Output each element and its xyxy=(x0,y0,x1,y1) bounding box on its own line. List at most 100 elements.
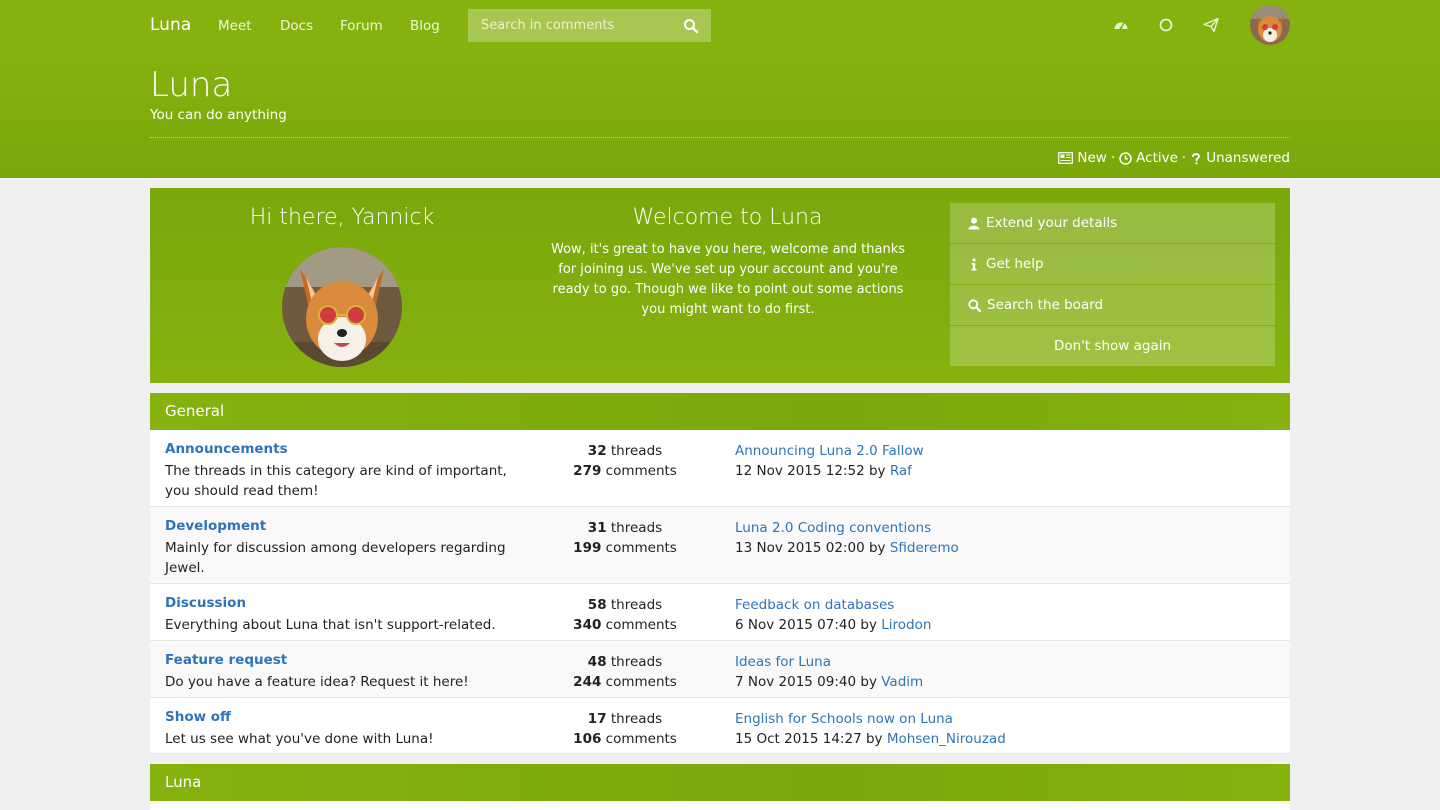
last-post-date: 15 Oct 2015 14:27 xyxy=(735,731,862,747)
dashboard-icon[interactable] xyxy=(1113,17,1129,33)
last-thread-link[interactable]: Luna 2.0 Coding conventions xyxy=(735,518,959,538)
last-post-user-link[interactable]: Vadim xyxy=(881,674,923,690)
profile-avatar[interactable] xyxy=(282,247,402,367)
forum-description: Mainly for discussion among developers r… xyxy=(165,540,506,576)
comments-label: comments xyxy=(605,463,677,479)
forum-title-link[interactable]: Feature request xyxy=(165,652,287,668)
forum-row: Development Mainly for discussion among … xyxy=(150,507,1290,584)
nav-link-blog[interactable]: Blog xyxy=(410,18,440,34)
comments-label: comments xyxy=(605,617,677,633)
nav-link-forum[interactable]: Forum xyxy=(340,18,383,34)
comment-count: 279 xyxy=(573,463,602,479)
user-avatar[interactable] xyxy=(1250,5,1290,45)
forum-title-link[interactable]: Discussion xyxy=(165,595,246,611)
category-header-general[interactable]: General xyxy=(150,393,1290,430)
welcome-actions: Extend your details Get help Search the … xyxy=(950,203,1275,367)
info-icon xyxy=(971,257,977,270)
category-header-luna[interactable]: Luna xyxy=(150,764,1290,801)
forum-title-link[interactable]: Show off xyxy=(165,709,231,725)
search-board-button[interactable]: Search the board xyxy=(950,285,1275,325)
comment-count: 340 xyxy=(573,617,602,633)
threads-label: threads xyxy=(610,654,663,670)
user-icon xyxy=(968,217,980,229)
welcome-text: Wow, it's great to have you here, welcom… xyxy=(551,242,905,317)
forum-description: Everything about Luna that isn't support… xyxy=(165,617,496,633)
threads-label: threads xyxy=(610,443,663,459)
board-header: Luna You can do anything New · Active · … xyxy=(0,51,1440,178)
last-post: English for Schools now on Luna 15 Oct 2… xyxy=(735,709,1006,749)
last-post-date: 6 Nov 2015 07:40 xyxy=(735,617,857,633)
forum-stats: 32 threads 279 comments xyxy=(555,441,695,481)
send-icon[interactable] xyxy=(1203,17,1219,33)
welcome-panel: Hi there, Yannick Welcome to Luna Wow, i… xyxy=(150,188,1290,383)
board-title: Luna xyxy=(150,65,233,105)
comment-count: 244 xyxy=(573,674,602,690)
forum-row: Show off Let us see what you've done wit… xyxy=(150,698,1290,754)
search-icon[interactable] xyxy=(683,18,699,34)
dont-show-again-button[interactable]: Don't show again xyxy=(950,326,1275,366)
thread-count: 17 xyxy=(587,711,607,727)
dog-avatar-image xyxy=(282,247,402,367)
thread-count: 32 xyxy=(587,443,607,459)
quick-link-active-label: Active xyxy=(1136,150,1178,166)
newspaper-icon xyxy=(1058,152,1074,164)
forum-row: Discussion Everything about Luna that is… xyxy=(150,584,1290,641)
comments-label: comments xyxy=(605,540,677,556)
by-label: by xyxy=(868,540,886,556)
quick-link-active[interactable]: Active xyxy=(1119,150,1178,166)
search-box xyxy=(468,9,711,42)
by-label: by xyxy=(860,674,877,690)
quick-link-unanswered[interactable]: Unanswered xyxy=(1190,150,1290,166)
nav-link-docs[interactable]: Docs xyxy=(280,18,313,34)
brand-link[interactable]: Luna xyxy=(150,15,191,35)
threads-label: threads xyxy=(610,520,663,536)
top-navbar: Luna Meet Docs Forum Blog xyxy=(0,0,1440,51)
welcome-heading: Welcome to Luna xyxy=(632,205,823,230)
forum-title-link[interactable]: Development xyxy=(165,518,266,534)
by-label: by xyxy=(865,731,883,747)
get-help-label: Get help xyxy=(986,256,1044,272)
by-label: by xyxy=(860,617,877,633)
separator-dot: · xyxy=(1110,150,1116,166)
last-post-date: 12 Nov 2015 12:52 xyxy=(735,463,865,479)
last-post-user-link[interactable]: Mohsen_Nirouzad xyxy=(887,731,1006,747)
forum-row xyxy=(150,801,1290,810)
last-post-user-link[interactable]: Sfideremo xyxy=(890,540,959,556)
get-help-button[interactable]: Get help xyxy=(950,244,1275,284)
extend-details-label: Extend your details xyxy=(986,215,1118,231)
last-thread-link[interactable]: Ideas for Luna xyxy=(735,652,923,672)
comments-label: comments xyxy=(605,731,677,747)
last-post-user-link[interactable]: Raf xyxy=(890,463,912,479)
last-post: Luna 2.0 Coding conventions 13 Nov 2015 … xyxy=(735,518,959,558)
question-icon xyxy=(1192,152,1201,164)
nav-link-meet[interactable]: Meet xyxy=(218,18,252,34)
dog-avatar-image xyxy=(1250,5,1290,45)
forum-stats: 58 threads 340 comments xyxy=(555,595,695,635)
comment-count: 199 xyxy=(573,540,602,556)
quick-link-unanswered-label: Unanswered xyxy=(1206,150,1290,166)
quick-link-new[interactable]: New xyxy=(1058,150,1107,166)
forum-description: Do you have a feature idea? Request it h… xyxy=(165,674,469,690)
search-icon xyxy=(968,298,981,312)
search-input[interactable] xyxy=(468,9,678,42)
last-post-user-link[interactable]: Lirodon xyxy=(881,617,931,633)
separator-dot: · xyxy=(1181,150,1187,166)
forum-row: Announcements The threads in this catego… xyxy=(150,430,1290,507)
comments-label: comments xyxy=(605,674,677,690)
extend-details-button[interactable]: Extend your details xyxy=(950,203,1275,243)
forum-title-link[interactable]: Announcements xyxy=(165,441,288,457)
clock-icon xyxy=(1119,151,1132,165)
forum-description: The threads in this category are kind of… xyxy=(165,463,507,499)
last-thread-link[interactable]: English for Schools now on Luna xyxy=(735,709,1006,729)
comment-count: 106 xyxy=(573,731,602,747)
forum-description: Let us see what you've done with Luna! xyxy=(165,731,434,747)
forum-stats: 17 threads 106 comments xyxy=(555,709,695,749)
last-post: Ideas for Luna 7 Nov 2015 09:40 by Vadim xyxy=(735,652,923,692)
last-thread-link[interactable]: Feedback on databases xyxy=(735,595,931,615)
thread-count: 48 xyxy=(587,654,607,670)
last-post-date: 7 Nov 2015 09:40 xyxy=(735,674,857,690)
last-post: Announcing Luna 2.0 Fallow 12 Nov 2015 1… xyxy=(735,441,924,481)
thread-count: 31 xyxy=(587,520,607,536)
last-thread-link[interactable]: Announcing Luna 2.0 Fallow xyxy=(735,441,924,461)
circle-icon[interactable] xyxy=(1158,17,1174,33)
